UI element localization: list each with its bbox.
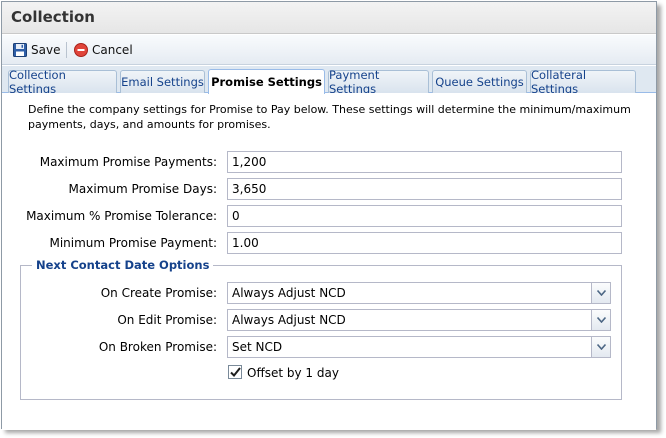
on-edit-label: On Edit Promise: (117, 313, 217, 327)
max-payments-label: Maximum Promise Payments: (39, 155, 217, 169)
on-create-select[interactable]: Always Adjust NCD (227, 282, 611, 304)
max-tolerance-label: Maximum % Promise Tolerance: (26, 209, 217, 223)
on-edit-value: Always Adjust NCD (232, 313, 346, 327)
cancel-icon (74, 43, 88, 57)
window-title: Collection (11, 8, 95, 26)
on-broken-label: On Broken Promise: (98, 340, 217, 354)
collection-window: Collection Save Cancel Collection Settin… (1, 1, 657, 430)
save-button[interactable]: Save (13, 41, 60, 59)
tab-collateral-settings[interactable]: Collateral Settings (530, 68, 636, 96)
offset-checkbox[interactable] (228, 365, 242, 379)
chevron-down-icon[interactable] (591, 309, 611, 331)
chevron-down-icon[interactable] (591, 336, 611, 358)
on-create-value: Always Adjust NCD (232, 286, 346, 300)
tab-queue-settings[interactable]: Queue Settings (432, 70, 527, 93)
settings-tabs: Collection Settings Email Settings Promi… (2, 66, 656, 96)
on-edit-select[interactable]: Always Adjust NCD (227, 309, 611, 331)
tab-collection-settings[interactable]: Collection Settings (8, 68, 117, 96)
max-tolerance-input[interactable] (227, 205, 622, 227)
max-days-label: Maximum Promise Days: (68, 182, 217, 196)
cancel-button[interactable]: Cancel (74, 41, 133, 59)
max-days-input[interactable] (227, 178, 622, 200)
chevron-down-icon[interactable] (591, 282, 611, 304)
tab-promise-settings[interactable]: Promise Settings (208, 69, 325, 94)
ncd-options-legend: Next Contact Date Options (32, 258, 214, 272)
min-payment-input[interactable] (227, 232, 622, 254)
on-broken-value: Set NCD (232, 340, 283, 354)
save-button-label: Save (31, 43, 61, 57)
toolbar-separator (66, 42, 67, 58)
tab-payment-settings[interactable]: Payment Settings (328, 68, 429, 96)
title-bar: Collection (2, 2, 656, 34)
on-create-label: On Create Promise: (100, 286, 217, 300)
promise-settings-panel: Define the company settings for Promise … (2, 93, 656, 430)
toolbar: Save Cancel (2, 35, 656, 65)
panel-description: Define the company settings for Promise … (28, 103, 631, 131)
tab-email-settings[interactable]: Email Settings (120, 70, 205, 93)
offset-checkbox-label[interactable]: Offset by 1 day (247, 366, 339, 380)
checkmark-icon (229, 367, 241, 377)
max-payments-input[interactable] (227, 151, 622, 173)
cancel-button-label: Cancel (92, 43, 133, 57)
save-icon (13, 43, 27, 57)
min-payment-label: Minimum Promise Payment: (49, 236, 217, 250)
on-broken-select[interactable]: Set NCD (227, 336, 611, 358)
